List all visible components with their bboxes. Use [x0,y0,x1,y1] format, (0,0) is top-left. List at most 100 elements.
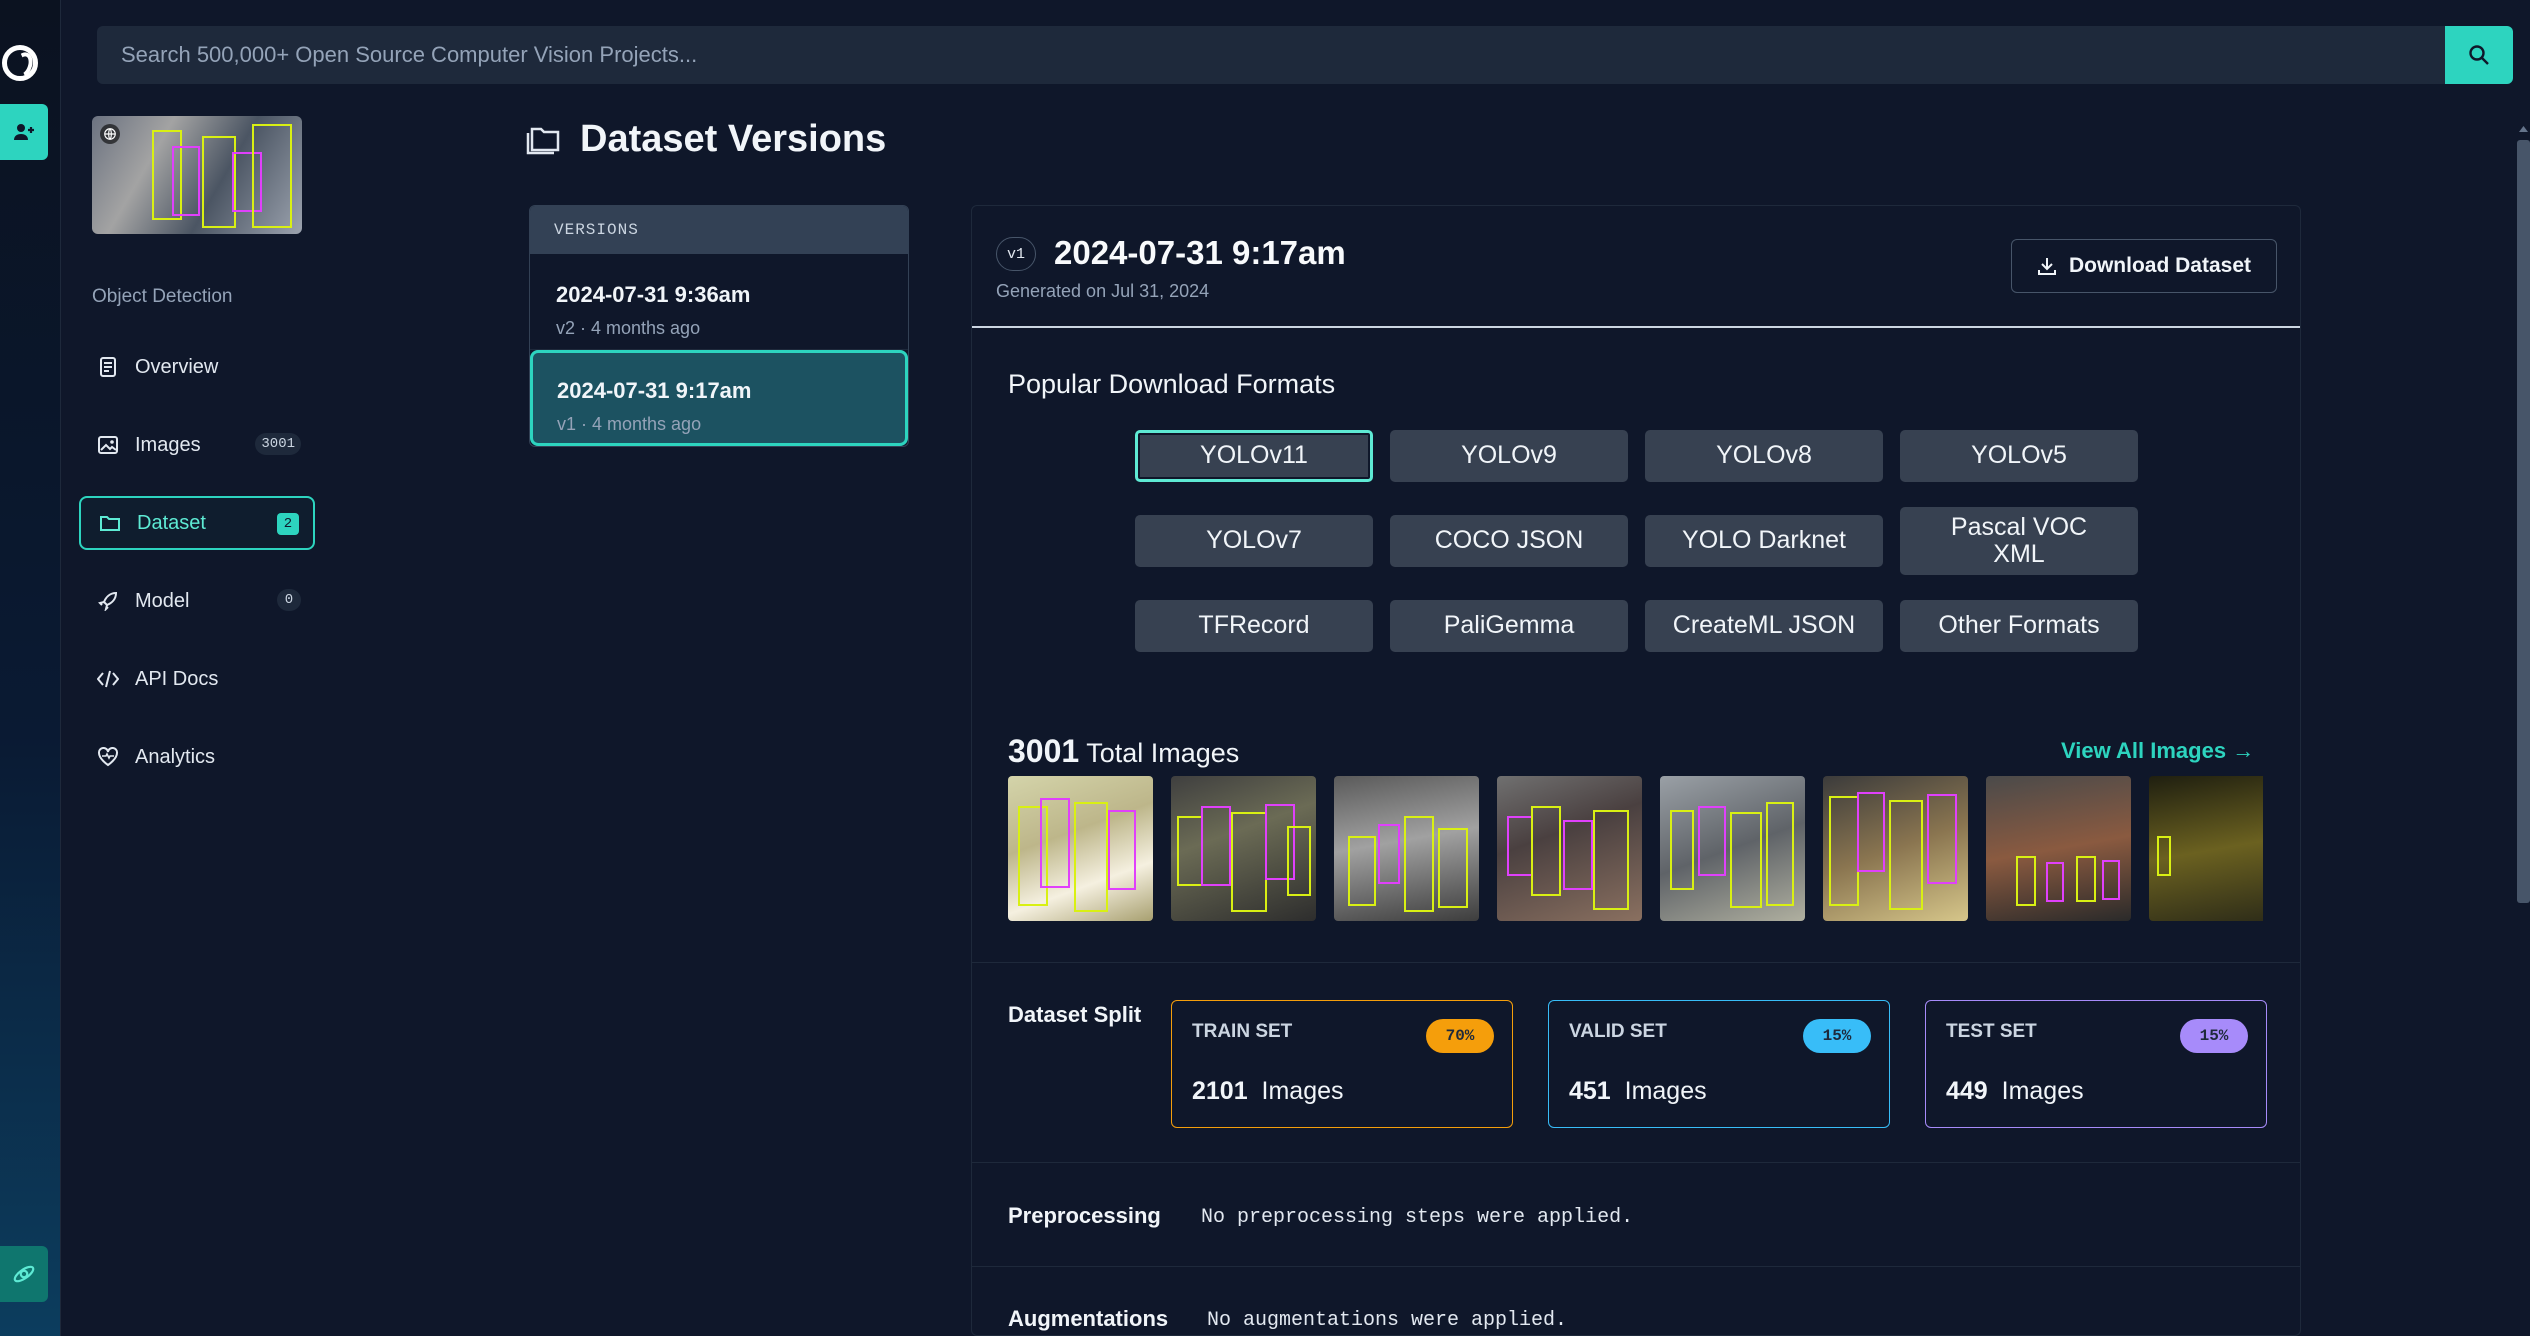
dataset-count-badge: 2 [277,513,299,535]
set-count-unit: Images [2001,1077,2084,1105]
invite-user-button[interactable] [0,104,48,160]
sidebar-item-label: Overview [135,355,219,378]
sidebar-item-api-docs[interactable]: API Docs [79,652,315,706]
set-percentage-badge: 70% [1426,1019,1494,1053]
versions-header: VERSIONS [530,206,908,254]
satellite-icon [13,1265,35,1283]
format-yolov7[interactable]: YOLOv7 [1135,515,1373,567]
image-thumbnail[interactable] [1986,776,2131,921]
folder-icon [99,512,121,534]
sidebar-item-model[interactable]: Model 0 [79,574,315,628]
image-thumbnail[interactable] [1497,776,1642,921]
page-scrollbar[interactable] [2517,140,2530,903]
sidebar-item-overview[interactable]: Overview [79,340,315,394]
sidebar-item-label: Images [135,433,201,456]
globe-icon [100,124,120,144]
search-button[interactable] [2445,26,2513,84]
heart-pulse-icon [97,746,119,768]
set-count: 449 Images [1946,1077,2084,1106]
divider [972,1266,2300,1267]
sidebar-item-dataset[interactable]: Dataset 2 [79,496,315,550]
search-bar [97,26,2445,84]
version-name: 2024-07-31 9:17am [557,378,752,403]
set-count: 451 Images [1569,1077,1707,1106]
version-meta: v1 · 4 months ago [557,414,702,434]
image-thumbnail[interactable] [1660,776,1805,921]
rocket-icon [97,590,119,612]
format-tfrecord[interactable]: TFRecord [1135,600,1373,652]
format-yolov9[interactable]: YOLOv9 [1390,430,1628,482]
project-thumbnail[interactable] [92,116,302,234]
test-set-card: TEST SET 15% 449 Images [1925,1000,2267,1128]
image-thumbnails [1008,776,2263,921]
scroll-up-arrow-icon[interactable] [2517,122,2530,136]
set-count-unit: Images [1261,1077,1344,1105]
format-yolov11[interactable]: YOLOv11 [1135,430,1373,482]
divider [972,1162,2300,1163]
versions-list: VERSIONS 2024-07-31 9:36am v2 · 4 months… [529,205,909,447]
image-thumbnail[interactable] [1823,776,1968,921]
total-images: 3001 Total Images [1008,733,1239,770]
view-all-images-link[interactable]: View All Images → [2061,738,2254,764]
image-thumbnail[interactable] [1334,776,1479,921]
images-icon [97,434,119,456]
format-yolov8[interactable]: YOLOv8 [1645,430,1883,482]
roboflow-logo-icon[interactable] [2,45,38,81]
version-detail-card: v1 2024-07-31 9:17am Generated on Jul 31… [971,205,2301,1336]
search-input[interactable] [97,26,2445,84]
version-item-v2[interactable]: 2024-07-31 9:36am v2 · 4 months ago [530,254,908,350]
format-yolo-darknet[interactable]: YOLO Darknet [1645,515,1883,567]
set-count-value: 449 [1946,1077,1988,1105]
version-item-v1[interactable]: 2024-07-31 9:17am v1 · 4 months ago [530,350,908,446]
set-percentage-badge: 15% [1803,1019,1871,1053]
image-thumbnail[interactable] [2149,776,2263,921]
preprocessing-value: No preprocessing steps were applied. [1201,1206,1634,1229]
set-count-unit: Images [1624,1077,1707,1105]
total-images-label: Total Images [1086,738,1240,768]
download-dataset-button[interactable]: Download Dataset [2011,239,2277,293]
sidebar-item-label: Model [135,589,190,612]
set-percentage-badge: 15% [2180,1019,2248,1053]
format-paligemma[interactable]: PaliGemma [1390,600,1628,652]
set-count-value: 451 [1569,1077,1611,1105]
valid-set-card: VALID SET 15% 451 Images [1548,1000,1890,1128]
code-icon [97,668,119,690]
model-count-badge: 0 [277,589,301,611]
preprocessing-label: Preprocessing [1008,1203,1161,1228]
version-badge: v1 [996,237,1036,271]
add-user-icon [14,124,34,140]
image-thumbnail[interactable] [1171,776,1316,921]
sidebar-item-label: Dataset [137,511,206,534]
sidebar-item-images[interactable]: Images 3001 [79,418,315,472]
format-pascal-voc-xml[interactable]: Pascal VOC XML [1900,507,2138,575]
sidebar-item-analytics[interactable]: Analytics [79,730,315,784]
project-type-label: Object Detection [92,286,233,307]
set-count-value: 2101 [1192,1077,1248,1105]
format-other-formats[interactable]: Other Formats [1900,600,2138,652]
overview-icon [97,356,119,378]
download-icon [2037,258,2056,275]
version-name: 2024-07-31 9:36am [556,282,751,307]
arrow-right-icon: → [2232,738,2255,763]
divider [972,962,2300,963]
formats-title: Popular Download Formats [1008,369,1336,399]
sidebar-item-label: API Docs [135,667,219,690]
download-label: Download Dataset [2068,254,2252,277]
train-set-card: TRAIN SET 70% 2101 Images [1171,1000,1513,1128]
version-title: 2024-07-31 9:17am [1054,234,1346,271]
format-createml-json[interactable]: CreateML JSON [1645,600,1883,652]
images-count-badge: 3001 [255,433,301,455]
format-coco-json[interactable]: COCO JSON [1390,515,1628,567]
set-count: 2101 Images [1192,1077,1344,1106]
help-button[interactable] [0,1246,48,1302]
page-header: Dataset Versions [526,118,886,161]
sidebar-item-label: Analytics [135,745,216,768]
app-rail [0,0,61,1336]
format-yolov5[interactable]: YOLOv5 [1900,430,2138,482]
folders-icon [526,127,560,154]
view-all-label: View All Images [2061,738,2227,763]
image-thumbnail[interactable] [1008,776,1153,921]
total-images-count: 3001 [1008,733,1080,769]
augmentations-value: No augmentations were applied. [1207,1309,1568,1332]
page-title: Dataset Versions [580,118,887,160]
